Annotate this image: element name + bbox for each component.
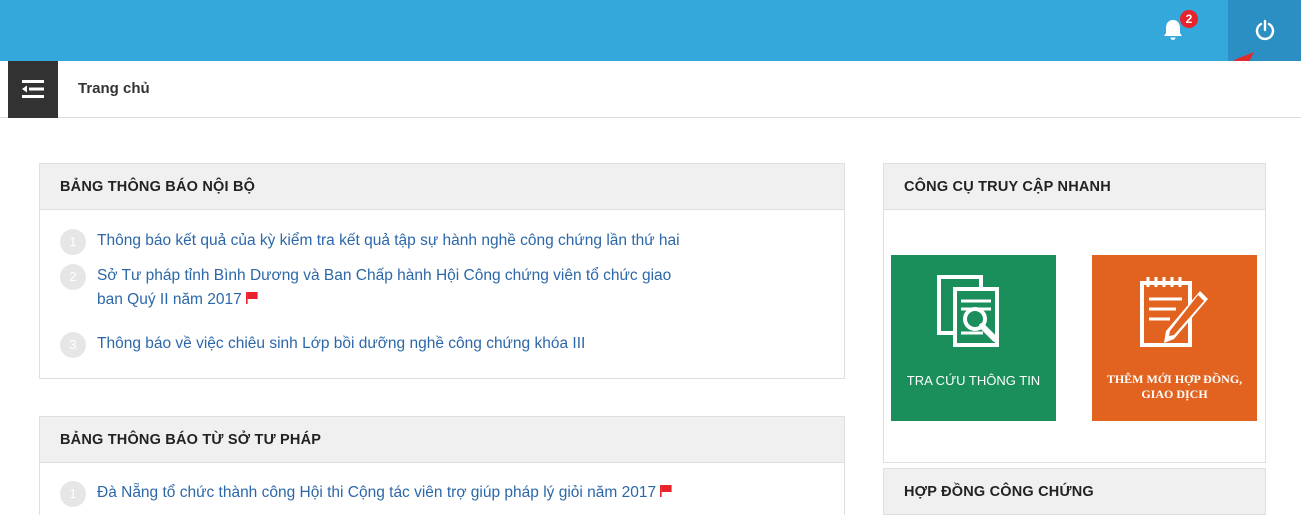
panel-title: HỢP ĐỒNG CÔNG CHỨNG [884,469,1265,515]
notarized-contracts-panel: HỢP ĐỒNG CÔNG CHỨNG [883,468,1266,515]
panel-title: BẢNG THÔNG BÁO NỘI BỘ [40,164,844,210]
notice-link-line: ban Quý II năm 2017 [97,291,242,308]
document-search-icon [937,275,999,347]
item-number: 1 [60,229,86,255]
tile-label: TRA CỨU THÔNG TIN [906,373,1041,388]
internal-notice-panel: BẢNG THÔNG BÁO NỘI BỘ 1 Thông báo kết qu… [39,163,845,379]
menu-collapse-icon [22,80,44,98]
panel-title: BẢNG THÔNG BÁO TỪ SỞ TƯ PHÁP [40,417,844,463]
panel-title: CÔNG CỤ TRUY CẬP NHANH [884,164,1265,210]
tile-label-line: GIAO DỊCH [1141,387,1208,401]
menu-toggle-button[interactable] [8,61,58,118]
lookup-info-tile[interactable]: TRA CỨU THÔNG TIN [891,255,1056,421]
add-contract-tile[interactable]: THÊM MỚI HỢP ĐỒNG, GIAO DỊCH [1092,255,1257,421]
notice-link[interactable]: Sở Tư pháp tỉnh Bình Dương và Ban Chấp h… [97,264,671,312]
page-title: Trang chủ [78,80,150,97]
tile-label: THÊM MỚI HỢP ĐỒNG, GIAO DỊCH [1092,372,1257,402]
notepad-pencil-icon [1140,277,1208,347]
new-flag-icon [245,291,258,304]
notice-link[interactable]: Thông báo về việc chiêu sinh Lớp bồi dưỡ… [97,332,585,356]
power-icon [1255,19,1275,41]
notice-link[interactable]: Đà Nẵng tổ chức thành công Hội thi Cộng … [97,481,672,505]
notice-link-line: Sở Tư pháp tỉnh Bình Dương và Ban Chấp h… [97,267,672,284]
notification-count-badge: 2 [1180,10,1198,28]
notice-link-text: Đà Nẵng tổ chức thành công Hội thi Cộng … [97,484,657,501]
item-number: 3 [60,332,86,358]
breadcrumb-bar [0,61,1301,118]
new-flag-icon [660,484,672,497]
top-bar [0,0,1301,61]
justice-notice-panel: BẢNG THÔNG BÁO TỪ SỞ TƯ PHÁP 1 Đà Nẵng t… [39,416,845,515]
notice-link[interactable]: Thông báo kết quả của kỳ kiểm tra kết qu… [97,229,680,253]
item-number: 1 [60,481,86,507]
tile-label-line: THÊM MỚI HỢP ĐỒNG, [1106,372,1243,386]
item-number: 2 [60,264,86,290]
